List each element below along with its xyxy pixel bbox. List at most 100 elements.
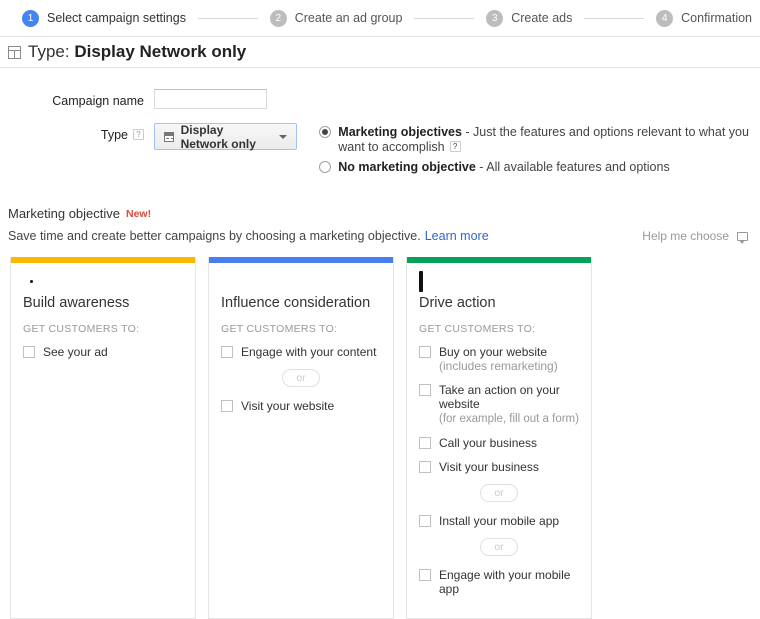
objective-option-checkbox[interactable] [419,346,431,358]
objective-option-text: See your ad [43,345,108,359]
page-title-value: Display Network only [74,42,246,61]
campaign-type-dropdown[interactable]: Display Network only [154,123,297,150]
objective-mode-radio-row-0: Marketing objectives - Just the features… [319,125,760,155]
objective-card-subheading-0: GET CUSTOMERS TO: [23,323,183,335]
objective-option-label: Visit your business [439,460,539,474]
objective-option: See your ad [23,345,183,359]
objective-mode-radio-desc-1: - All available features and options [476,160,670,174]
target-diamond-icon [221,273,381,293]
objective-option-label: Take an action on your website [439,383,560,411]
objective-mode-help-icon-0[interactable]: ? [450,141,461,152]
objective-mode-radio-0[interactable] [319,126,331,138]
objective-option: Buy on your website (includes remarketin… [419,345,579,373]
wizard-step-label-2: Create an ad group [295,11,403,25]
or-separator: or [221,369,381,387]
objective-option-label: Install your mobile app [439,514,559,528]
type-field: Display Network only Marketing objective… [154,123,760,180]
objective-option-checkbox[interactable] [419,515,431,527]
objective-option-label: See your ad [43,345,108,359]
learn-more-link[interactable]: Learn more [425,229,489,243]
or-separator: or [419,484,579,502]
wizard-step-label-4: Confirmation [681,11,752,25]
new-badge: New! [126,208,151,220]
objective-option-label: Engage with your content [241,345,376,359]
objective-option-label: Engage with your mobile app [439,568,570,596]
or-pill-label: or [480,538,517,556]
campaign-name-field [154,89,267,109]
objective-option-checkbox[interactable] [221,346,233,358]
objective-mode-radio-text-0: Marketing objectives - Just the features… [338,125,760,155]
credit-card-icon [419,273,579,293]
objective-card-subheading-1: GET CUSTOMERS TO: [221,323,381,335]
eye-icon [23,273,183,293]
objective-mode-radio-row-1: No marketing objective - All available f… [319,160,760,175]
objective-card-1: Influence considerationGET CUSTOMERS TO:… [208,257,394,619]
objective-cards: Build awareness GET CUSTOMERS TO: See your… [0,257,760,619]
objective-option-note: (includes remarketing) [439,359,558,373]
type-help-icon[interactable]: ? [133,129,144,140]
wizard-connector-3 [584,18,644,19]
objective-option: Call your business [419,436,579,450]
or-pill-label: or [480,484,517,502]
objective-card-body-2: Drive action GET CUSTOMERS TO: Buy on your… [407,263,591,618]
wizard-step-label-1: Select campaign settings [47,11,186,25]
objective-option-label: Call your business [439,436,537,450]
marketing-objective-subrow: Save time and create better campaigns by… [8,229,760,243]
objective-card-2: Drive action GET CUSTOMERS TO: Buy on your… [406,257,592,619]
campaign-form: Campaign name Type? Display Network only… [0,68,760,180]
objective-card-0: Build awareness GET CUSTOMERS TO: See your… [10,257,196,619]
objective-option-text: Engage with your mobile app [439,568,579,596]
help-me-choose-button[interactable]: Help me choose [642,229,748,243]
objective-mode-radio-group: Marketing objectives - Just the features… [319,123,760,180]
objective-option-text: Buy on your website (includes remarketin… [439,345,579,373]
wizard-steps: 1 Select campaign settings 2 Create an ad g… [0,0,760,36]
marketing-objective-heading-text: Marketing objective [8,206,120,221]
objective-option-subtext: (for example, fill out a form) [439,412,579,426]
objective-mode-radio-title-1: No marketing objective [338,160,476,174]
wizard-step-badge-3: 3 [486,10,503,27]
objective-option-text: Visit your business [439,460,539,474]
objective-option-checkbox[interactable] [419,437,431,449]
wizard-step-4: 4 Confirmation [656,10,752,27]
objective-option-text: Take an action on your website(for examp… [439,383,579,426]
objective-card-body-1: Influence considerationGET CUSTOMERS TO:… [209,263,393,435]
or-pill-label: or [282,369,319,387]
page-title-bar: Type: Display Network only [0,36,760,68]
objective-option-text: Engage with your content [241,345,376,359]
objective-option-text: Call your business [439,436,537,450]
speech-bubble-icon [737,232,748,241]
marketing-objective-section: Marketing objective New! Save time and cr… [0,194,760,243]
objective-card-title-2: Drive action [419,295,579,311]
objective-option-checkbox[interactable] [419,384,431,396]
marketing-objective-heading: Marketing objective New! [8,206,760,221]
wizard-step-badge-1: 1 [22,10,39,27]
campaign-name-row: Campaign name [0,89,760,109]
type-row: Type? Display Network only Marketing obj… [0,123,760,180]
campaign-name-input[interactable] [154,89,267,109]
objective-option-checkbox[interactable] [419,569,431,581]
wizard-step-badge-4: 4 [656,10,673,27]
wizard-step-badge-2: 2 [270,10,287,27]
objective-card-title-0: Build awareness [23,295,183,311]
objective-option-checkbox[interactable] [419,461,431,473]
objective-option-checkbox[interactable] [221,400,233,412]
wizard-step-label-3: Create ads [511,11,572,25]
help-me-choose-label: Help me choose [642,229,729,243]
objective-option-checkbox[interactable] [23,346,35,358]
page-title: Type: Display Network only [28,42,246,62]
objective-option: Visit your website [221,399,381,413]
wizard-connector-1 [198,18,258,19]
objective-card-subheading-2: GET CUSTOMERS TO: [419,323,579,335]
wizard-step-1: 1 Select campaign settings [22,10,186,27]
objective-option-text: Install your mobile app [439,514,559,528]
objective-mode-radio-1[interactable] [319,161,331,173]
objective-option: Install your mobile app [419,514,579,528]
page-title-prefix: Type: [28,42,70,61]
objective-option: Engage with your mobile app [419,568,579,596]
type-label: Type? [0,123,144,142]
wizard-step-3: 3 Create ads [486,10,572,27]
campaign-type-dropdown-value: Display Network only [181,123,273,151]
wizard-connector-2 [414,18,474,19]
objective-mode-radio-text-1: No marketing objective - All available f… [338,160,669,175]
objective-option-label: Buy on your website [439,345,547,359]
